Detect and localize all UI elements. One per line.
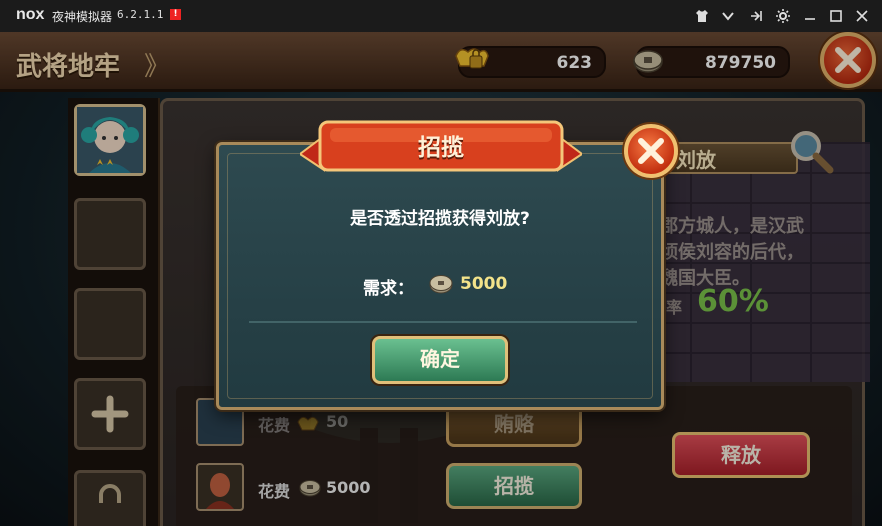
requirement-label: 需求： [363, 279, 414, 299]
dialog-question: 是否透过招揽获得刘放? [350, 209, 530, 229]
alert-badge[interactable]: ! [170, 9, 181, 20]
app-version: 6.2.1.1 [117, 8, 164, 21]
close-x-icon [638, 138, 664, 164]
requirement-value: 5000 [460, 274, 508, 294]
minimize-icon[interactable] [800, 6, 820, 26]
dialog-divider [249, 321, 637, 323]
shirt-icon[interactable] [692, 6, 712, 26]
settings-icon[interactable] [773, 6, 793, 26]
close-icon[interactable] [852, 6, 872, 26]
maximize-icon[interactable] [826, 6, 846, 26]
nox-logo: nox [16, 6, 45, 23]
emulator-titlebar: nox 夜神模拟器 6.2.1.1 ! [0, 0, 882, 32]
confirm-button[interactable]: 确定 [372, 336, 508, 384]
dialog-title: 招揽 [418, 135, 464, 161]
app-title: 夜神模拟器 [52, 10, 113, 24]
coin-icon [429, 275, 453, 294]
pin-icon[interactable] [746, 6, 766, 26]
dialog-close-button[interactable] [624, 124, 678, 178]
chevron-down-icon[interactable] [718, 6, 738, 26]
